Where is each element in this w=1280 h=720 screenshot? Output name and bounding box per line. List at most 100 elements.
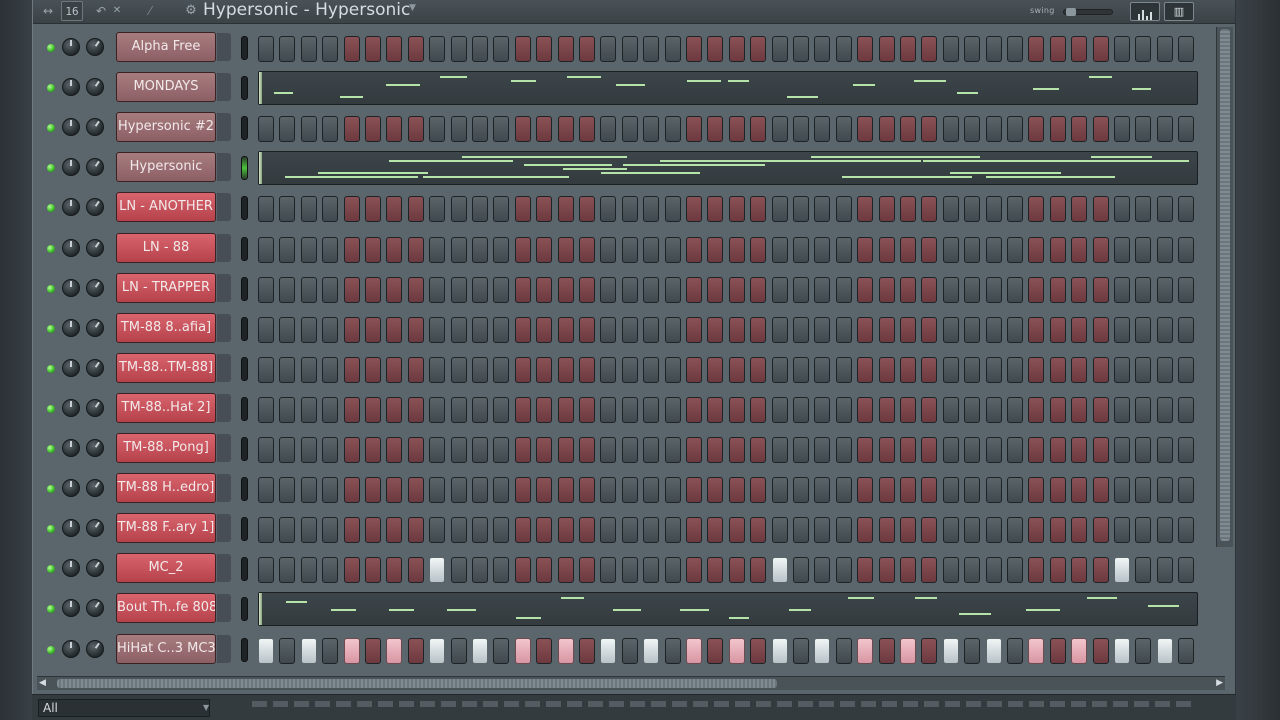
step-button[interactable] [536,116,553,143]
step-button[interactable] [1135,36,1152,62]
step-button[interactable] [900,517,916,544]
step-button[interactable] [1178,396,1195,423]
step-button[interactable] [814,637,831,664]
step-button[interactable] [964,36,981,62]
step-button[interactable] [429,236,446,263]
step-button[interactable] [750,276,767,303]
step-button[interactable] [771,477,788,504]
step-button[interactable] [921,477,938,504]
step-button[interactable] [900,477,916,504]
step-button[interactable] [964,196,981,223]
channel-select-indicator[interactable] [241,276,248,301]
step-button[interactable] [472,517,488,544]
step-button[interactable] [258,316,274,343]
step-button[interactable] [664,517,681,544]
step-button[interactable] [857,396,874,423]
step-button[interactable] [750,557,767,584]
step-button[interactable] [771,356,788,383]
window-title[interactable]: Hypersonic - Hypersonic [203,0,410,22]
step-button[interactable] [1028,276,1045,303]
step-button[interactable] [1114,116,1130,143]
step-button[interactable] [707,356,724,383]
step-button[interactable] [857,116,874,143]
step-button[interactable] [964,276,981,303]
step-button[interactable] [386,236,403,263]
channel-volume-knob[interactable] [86,358,104,377]
channel-volume-knob[interactable] [86,278,104,297]
channel-pan-knob[interactable] [62,479,80,498]
step-button[interactable] [343,477,360,504]
step-button[interactable] [557,276,574,303]
step-button[interactable] [857,316,874,343]
step-button[interactable] [1114,356,1130,383]
step-button[interactable] [900,396,916,423]
step-button[interactable] [664,637,681,664]
channel-mute-led[interactable] [47,605,55,614]
step-button[interactable] [365,637,381,664]
step-button[interactable] [1028,637,1045,664]
step-button[interactable] [707,557,724,584]
step-button[interactable] [1049,276,1066,303]
step-button[interactable] [322,356,339,383]
step-button[interactable] [493,356,510,383]
step-button[interactable] [857,196,874,223]
step-button[interactable] [365,557,381,584]
step-button[interactable] [258,196,274,223]
step-button[interactable] [643,396,660,423]
step-button[interactable] [386,36,403,62]
step-button[interactable] [600,437,617,463]
channel-pan-knob[interactable] [62,318,80,337]
step-button[interactable] [964,637,981,664]
step-button[interactable] [579,116,595,143]
step-button[interactable] [407,396,424,423]
step-button[interactable] [942,517,959,544]
step-button[interactable] [707,437,724,463]
step-button[interactable] [557,36,574,62]
step-button[interactable] [878,236,895,263]
horizontal-scrollbar-thumb[interactable] [57,679,777,688]
step-button[interactable] [814,116,831,143]
step-button[interactable] [985,116,1002,143]
step-button[interactable] [814,557,831,584]
channel-mute-led[interactable] [47,164,55,173]
channel-pan-knob[interactable] [62,238,80,257]
step-button[interactable] [1007,196,1023,223]
step-button[interactable] [985,396,1002,423]
step-button[interactable] [686,116,702,143]
step-button[interactable] [643,236,660,263]
piano-roll-preview[interactable] [258,71,1198,106]
step-button[interactable] [621,316,638,343]
step-button[interactable] [793,276,809,303]
step-button[interactable] [450,356,467,383]
channel-pan-knob[interactable] [62,158,80,177]
step-button[interactable] [857,36,874,62]
step-button[interactable] [1007,557,1023,584]
step-button[interactable] [793,236,809,263]
step-button[interactable] [1135,437,1152,463]
step-button[interactable] [707,396,724,423]
step-button[interactable] [771,316,788,343]
step-button[interactable] [814,316,831,343]
step-button[interactable] [793,557,809,584]
step-button[interactable] [450,477,467,504]
step-button[interactable] [985,276,1002,303]
step-button[interactable] [985,437,1002,463]
step-button[interactable] [1156,396,1173,423]
step-button[interactable] [300,196,317,223]
step-button[interactable] [429,276,446,303]
step-button[interactable] [429,437,446,463]
step-button[interactable] [1092,36,1109,62]
step-button[interactable] [707,116,724,143]
step-button[interactable] [857,276,874,303]
step-button[interactable] [814,236,831,263]
step-button[interactable] [1135,517,1152,544]
step-button[interactable] [514,517,531,544]
step-button[interactable] [750,637,767,664]
vertical-scrollbar[interactable] [1216,27,1233,547]
step-button[interactable] [1178,517,1195,544]
step-button[interactable] [900,236,916,263]
step-button[interactable] [1092,316,1109,343]
step-button[interactable] [1071,477,1088,504]
step-button[interactable] [835,396,852,423]
step-button[interactable] [964,316,981,343]
